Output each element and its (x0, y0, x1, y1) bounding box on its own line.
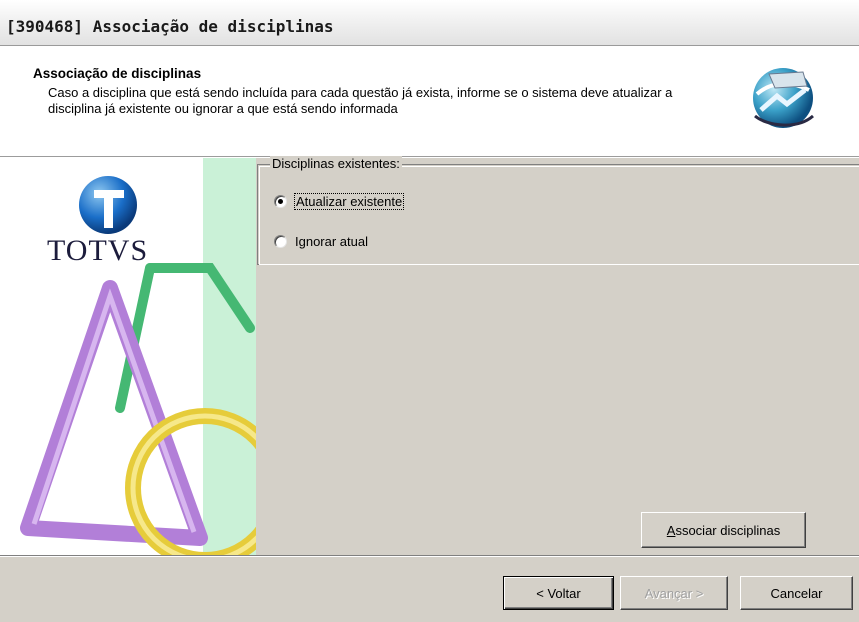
next-label: Avançar > (644, 585, 704, 601)
next-button[interactable]: Avançar > (620, 576, 728, 610)
associate-label-access-key: A (666, 522, 676, 538)
radio-button-ignore-current[interactable] (274, 235, 287, 248)
header-title: Associação de disciplinas (33, 66, 202, 81)
totvs-t-globe-icon (79, 176, 137, 234)
cancel-label: Cancelar (770, 585, 823, 601)
cancel-button[interactable]: Cancelar (740, 576, 853, 610)
radio-button-update-existing[interactable] (274, 195, 287, 208)
footer-separator (0, 555, 859, 557)
back-label: < Voltar (536, 585, 581, 601)
back-button[interactable]: < Voltar (503, 576, 614, 610)
existing-disciplines-group: Disciplinas existentes: Atualizar existe… (257, 156, 859, 265)
radio-ignore-current[interactable]: Ignorar atual (274, 234, 368, 249)
associate-label-post: ssociar disciplinas (675, 522, 781, 538)
radio-update-existing[interactable]: Atualizar existente (274, 193, 405, 210)
wizard-side-banner: TOTVS (0, 158, 256, 555)
group-label: Disciplinas existentes: (270, 156, 402, 171)
associate-disciplines-button[interactable]: Associar disciplinas (641, 512, 806, 548)
wizard-header: Associação de disciplinas Caso a discipl… (0, 46, 859, 157)
radio-label-ignore-current[interactable]: Ignorar atual (295, 234, 368, 249)
window-titlebar[interactable]: [390468] Associação de disciplinas (0, 0, 859, 46)
header-description: Caso a disciplina que está sendo incluíd… (48, 85, 673, 116)
radio-label-update-existing[interactable]: Atualizar existente (293, 193, 405, 210)
wizard-globe-icon (753, 68, 814, 128)
totvs-logo-text: TOTVS (47, 234, 149, 267)
window-title: [390468] Associação de disciplinas (6, 17, 334, 36)
